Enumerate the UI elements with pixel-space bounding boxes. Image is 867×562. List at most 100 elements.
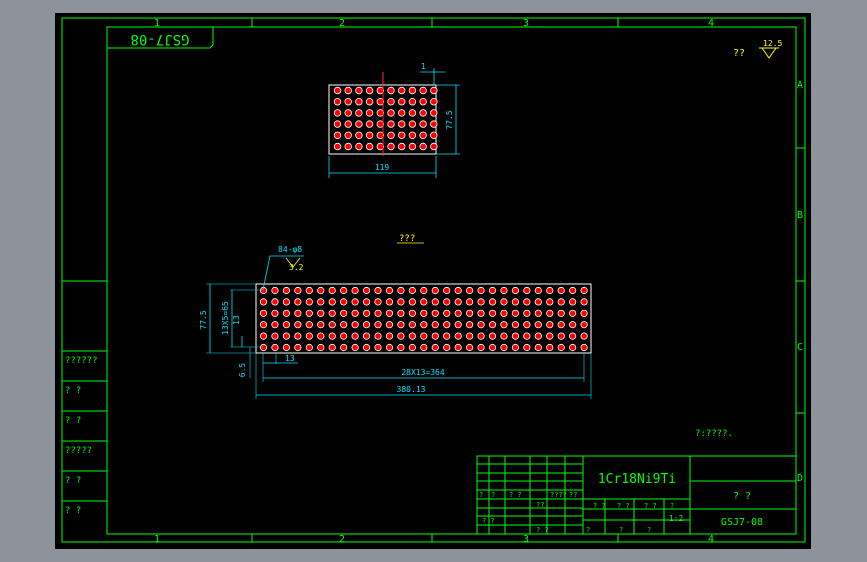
main-view-hole — [305, 286, 313, 295]
main-view-hole — [454, 332, 462, 340]
top-view-hole — [408, 131, 417, 139]
zone-row-C: C — [797, 342, 803, 353]
main-view-hole — [580, 309, 588, 317]
top-view-hole — [408, 120, 417, 128]
main-height-dim: 77.5 — [199, 310, 208, 329]
main-view-hole — [523, 321, 531, 329]
main-view-hole — [408, 298, 416, 306]
main-view-hole — [500, 332, 508, 340]
main-view-hole — [557, 286, 565, 295]
main-view-hole — [523, 309, 531, 317]
main-view-hole — [340, 286, 348, 295]
main-view-hole — [385, 309, 394, 317]
main-view-hole — [294, 298, 302, 306]
main-view-hole — [340, 321, 348, 329]
main-view-hole — [431, 298, 439, 306]
main-view-hole — [488, 286, 497, 295]
main-view-hole — [465, 286, 474, 295]
main-view-hole — [282, 321, 290, 329]
main-view-hole — [443, 343, 451, 352]
main-view-hole — [305, 309, 313, 317]
main-view-hole — [465, 332, 474, 340]
top-view-hole — [419, 109, 427, 117]
top-view-hole — [365, 131, 374, 139]
title-block-cell-label: ?? — [536, 501, 544, 509]
main-view-hole — [397, 343, 405, 352]
top-view-hole — [430, 109, 438, 117]
main-view-hole — [420, 309, 428, 317]
side-label: ? ? — [65, 476, 81, 486]
zone-col-bottom-3: 3 — [523, 534, 529, 545]
main-view-hole — [397, 321, 405, 329]
zone-row-A: A — [797, 80, 803, 91]
top-view-hole — [344, 120, 352, 128]
main-view-hole — [362, 286, 371, 295]
main-view-hole — [580, 298, 588, 306]
title-block-cell-label: ? — [619, 526, 623, 534]
top-view-hole — [387, 131, 395, 139]
top-view-hole — [344, 97, 352, 106]
top-view-hole — [333, 97, 342, 106]
main-view-hole — [294, 286, 302, 295]
top-view-hole — [398, 120, 406, 128]
length-dim: 380.13 — [397, 385, 426, 394]
main-view-hole — [397, 298, 405, 306]
scale-value: 1:2 — [669, 514, 684, 523]
edge-v-dim: 13 — [232, 315, 241, 325]
top-view-hole — [419, 86, 427, 95]
title-block-cell-label: ?? — [569, 491, 577, 499]
main-view-hole — [385, 321, 394, 329]
main-view-hole — [259, 298, 268, 306]
main-view-hole — [305, 298, 313, 306]
main-view-hole — [374, 343, 382, 352]
title-block-cell-label: ? — [586, 526, 590, 534]
main-view-hole — [271, 298, 279, 306]
zone-col-top-4: 4 — [708, 18, 714, 29]
pitch-v-dim: 13X5=65 — [221, 301, 230, 335]
main-view-hole — [511, 298, 520, 306]
main-view-hole — [294, 332, 302, 340]
main-view-hole — [317, 286, 325, 295]
title-block-cell-label: ? ? — [536, 526, 549, 534]
main-view-hole — [500, 298, 508, 306]
main-view-hole — [546, 321, 554, 329]
main-view-hole — [534, 286, 542, 295]
main-view-hole — [557, 343, 565, 352]
main-view-hole — [259, 321, 268, 329]
main-view-hole — [362, 332, 371, 340]
top-view-hole — [333, 142, 342, 151]
top-view-hole — [419, 97, 427, 106]
edge-h-dim: 6.5 — [238, 363, 247, 378]
main-view-hole — [488, 298, 497, 306]
top-view-hole — [387, 142, 395, 151]
main-view-hole — [397, 309, 405, 317]
main-view-hole — [477, 332, 485, 340]
top-view-hole — [430, 97, 438, 106]
main-view-hole — [340, 343, 348, 352]
title-block-cell-label: ? — [670, 502, 674, 510]
main-view-hole — [362, 298, 371, 306]
top-view-hole — [419, 131, 427, 139]
main-view-hole — [351, 343, 359, 352]
top-view-hole — [333, 120, 342, 128]
main-view-hole — [317, 321, 325, 329]
zone-row-B: B — [797, 210, 803, 221]
roughness-marks: ?? — [733, 48, 745, 59]
top-view-hole — [398, 131, 406, 139]
title-block-cell-label: ? — [491, 491, 495, 499]
pitch-dim: 28X13=364 — [401, 368, 445, 377]
main-view-hole — [271, 332, 279, 340]
top-view-hole — [344, 131, 352, 139]
top-view-hole — [387, 97, 395, 106]
top-view-hole — [333, 109, 342, 117]
top-view-hole — [408, 97, 417, 106]
side-label: ? ? — [65, 506, 81, 516]
main-view-hole — [465, 309, 474, 317]
top-view-hole — [355, 131, 363, 139]
main-view-hole — [511, 286, 520, 295]
title-block-cell-label: ? ? — [509, 491, 522, 499]
top-view-hole — [430, 120, 438, 128]
main-view-hole — [259, 332, 268, 340]
drawing-number: GSJ7-08 — [721, 517, 763, 528]
top-view-hole — [365, 142, 374, 151]
